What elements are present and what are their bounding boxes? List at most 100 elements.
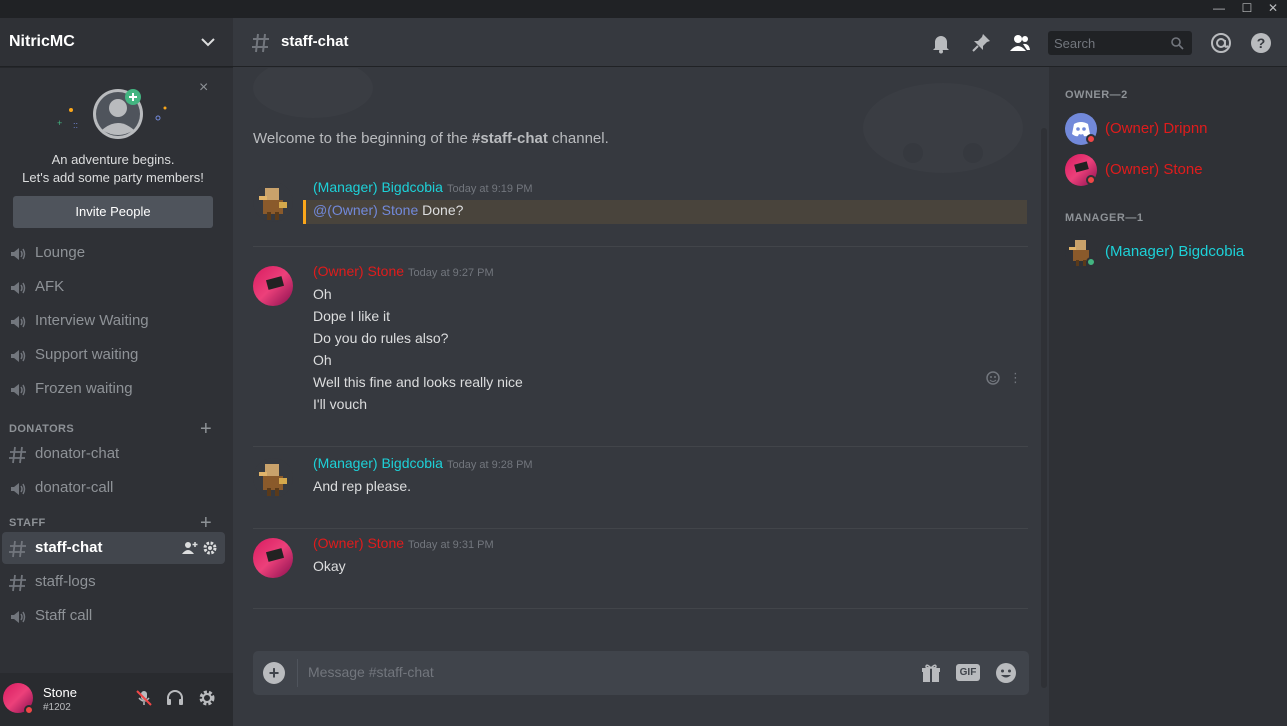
svg-text:?: ? xyxy=(1257,35,1266,51)
voice-channel-3[interactable]: Support waiting xyxy=(2,339,225,371)
message-divider xyxy=(253,246,1028,247)
create-invite-icon[interactable] xyxy=(182,540,198,556)
pin-icon[interactable] xyxy=(970,32,992,54)
author-name[interactable]: (Manager) Bigdcobia xyxy=(313,455,443,471)
message-author[interactable]: (Manager) Bigdcobia Today at 9:19 PM xyxy=(313,179,533,195)
member-item[interactable]: (Owner) Stone xyxy=(1065,150,1275,190)
member-name[interactable]: (Owner) Dripnn xyxy=(1105,120,1208,137)
voice-channel-1[interactable]: AFK xyxy=(2,271,225,303)
category-name: STAFF xyxy=(9,517,46,529)
message-line: Dope I like it xyxy=(313,308,391,324)
avatar[interactable] xyxy=(253,458,293,498)
member-list: OWNER—2 (Owner) Dripnn (Owner) Stone MANAGE… xyxy=(1049,67,1287,726)
author-name[interactable]: (Owner) Stone xyxy=(313,263,404,279)
welcome-channel: #staff-chat xyxy=(472,130,548,147)
author-name[interactable]: (Owner) Stone xyxy=(313,535,404,551)
gift-icon[interactable] xyxy=(920,662,942,684)
welcome-suffix: channel. xyxy=(547,130,609,147)
channel-label: staff-logs xyxy=(35,573,96,590)
search-input[interactable]: Search xyxy=(1048,31,1192,55)
message-line: Do you do rules also? xyxy=(313,330,449,346)
avatar[interactable] xyxy=(253,266,293,306)
message-text: Well this fine and looks really nice xyxy=(313,374,523,390)
gear-icon[interactable] xyxy=(197,688,217,708)
emoji-icon[interactable] xyxy=(995,662,1017,684)
message-text: Oh xyxy=(313,286,332,302)
headphones-icon[interactable] xyxy=(165,688,185,708)
channel-donator-call[interactable]: donator-call xyxy=(2,472,225,504)
server-header[interactable]: NitricMC xyxy=(0,18,233,67)
help-icon[interactable]: ? xyxy=(1250,32,1272,54)
more-options-icon[interactable]: ⋮ xyxy=(1009,370,1022,386)
gear-icon[interactable] xyxy=(202,540,218,556)
message-composer[interactable]: + Message #staff-chat GIF xyxy=(253,651,1029,695)
channel-label: Support waiting xyxy=(35,346,139,363)
user-mention[interactable]: @(Owner) Stone xyxy=(313,202,418,218)
channel-Staff call[interactable]: Staff call xyxy=(2,600,225,632)
channel-sidebar: NitricMC × + :: An adventure begins. Let… xyxy=(0,18,233,726)
close-window-icon[interactable]: ✕ xyxy=(1259,0,1287,18)
channel-staff-logs[interactable]: staff-logs xyxy=(2,566,225,598)
category-header[interactable]: STAFF + xyxy=(0,512,233,534)
message-input[interactable]: Message #staff-chat xyxy=(308,664,434,680)
speaker-icon xyxy=(8,244,28,264)
close-icon[interactable]: × xyxy=(199,80,208,96)
member-name[interactable]: (Owner) Stone xyxy=(1105,161,1203,178)
member-group-title: OWNER—2 xyxy=(1065,89,1128,101)
channel-label: Frozen waiting xyxy=(35,380,133,397)
svg-text:+: + xyxy=(57,118,62,128)
channel-header: staff-chat Search ? xyxy=(233,18,1287,67)
member-item[interactable]: (Manager) Bigdcobia xyxy=(1065,232,1275,272)
message-author[interactable]: (Owner) Stone Today at 9:31 PM xyxy=(313,535,494,551)
speaker-icon xyxy=(8,312,28,332)
author-name[interactable]: (Manager) Bigdcobia xyxy=(313,179,443,195)
maximize-icon[interactable]: ☐ xyxy=(1233,0,1261,18)
message-text: I'll vouch xyxy=(313,396,367,412)
server-name: NitricMC xyxy=(9,33,75,50)
speaker-icon xyxy=(8,278,28,298)
member-name[interactable]: (Manager) Bigdcobia xyxy=(1105,243,1244,260)
message-author[interactable]: (Owner) Stone Today at 9:27 PM xyxy=(313,263,494,279)
search-placeholder: Search xyxy=(1054,36,1096,51)
welcome-background-art xyxy=(253,68,1023,173)
discord-window: — ☐ ✕ NitricMC × + :: An adventure begin… xyxy=(0,0,1287,726)
message-line: I'll vouch xyxy=(313,396,368,412)
message: (Owner) Stone Today at 9:31 PM Okay xyxy=(233,535,1049,600)
message-divider xyxy=(253,608,1028,609)
party-illustration-icon: + :: xyxy=(57,89,167,139)
voice-channel-0[interactable]: Lounge xyxy=(2,237,225,269)
hash-icon xyxy=(8,539,28,559)
bell-icon[interactable] xyxy=(930,32,952,54)
voice-channel-2[interactable]: Interview Waiting xyxy=(2,305,225,337)
channel-welcome: Welcome to the beginning of the #staff-c… xyxy=(253,130,609,147)
mentions-icon[interactable] xyxy=(1210,32,1232,54)
channel-label: Staff call xyxy=(35,607,93,624)
voice-channel-4[interactable]: Frozen waiting xyxy=(2,373,225,405)
message: (Manager) Bigdcobia Today at 9:28 PM And r… xyxy=(233,455,1049,520)
channel-label: Interview Waiting xyxy=(35,312,149,329)
title-bar: — ☐ ✕ xyxy=(0,0,1287,18)
speaker-icon xyxy=(8,479,28,499)
message-text: Oh xyxy=(313,352,332,368)
dnd-status-icon xyxy=(24,705,34,715)
message-author[interactable]: (Manager) Bigdcobia Today at 9:28 PM xyxy=(313,455,533,471)
user-tag: #1202 xyxy=(43,702,71,713)
dnd-status-icon xyxy=(1086,134,1096,144)
message-divider xyxy=(253,446,1028,447)
member-item[interactable]: (Owner) Dripnn xyxy=(1065,109,1275,149)
gif-button[interactable]: GIF xyxy=(956,664,980,681)
invite-people-button[interactable]: Invite People xyxy=(13,196,213,228)
mute-mic-icon[interactable] xyxy=(134,688,154,708)
member-list-icon[interactable] xyxy=(1009,32,1031,54)
channel-staff-chat[interactable]: staff-chat xyxy=(2,532,225,564)
minimize-icon[interactable]: — xyxy=(1205,0,1233,18)
avatar[interactable] xyxy=(253,182,293,222)
add-reaction-icon[interactable] xyxy=(985,370,1001,386)
attach-plus-icon[interactable]: + xyxy=(263,662,285,684)
category-header[interactable]: DONATORS + xyxy=(0,418,233,440)
channel-donator-chat[interactable]: donator-chat xyxy=(2,438,225,470)
message-line: Oh xyxy=(313,352,332,368)
member-group-title: MANAGER—1 xyxy=(1065,212,1144,224)
channel-label: donator-chat xyxy=(35,445,120,462)
avatar[interactable] xyxy=(253,538,293,578)
